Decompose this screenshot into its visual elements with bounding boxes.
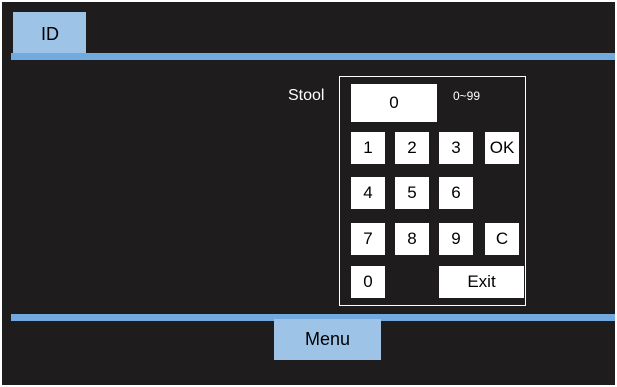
screen: ID Stool 0 0~99 1 2 3 OK 4 5 6 7 8 9 C 0… bbox=[2, 2, 615, 385]
numeric-keypad: 0 0~99 1 2 3 OK 4 5 6 7 8 9 C 0 Exit bbox=[339, 76, 526, 306]
tab-id[interactable]: ID bbox=[13, 12, 86, 58]
key-4[interactable]: 4 bbox=[351, 177, 385, 209]
key-0[interactable]: 0 bbox=[351, 266, 385, 298]
key-8[interactable]: 8 bbox=[395, 223, 429, 255]
clear-button[interactable]: C bbox=[485, 223, 519, 255]
field-label: Stool bbox=[288, 87, 325, 104]
key-6[interactable]: 6 bbox=[439, 177, 473, 209]
key-7[interactable]: 7 bbox=[351, 223, 385, 255]
key-3[interactable]: 3 bbox=[439, 132, 473, 164]
key-9[interactable]: 9 bbox=[439, 223, 473, 255]
exit-button[interactable]: Exit bbox=[439, 266, 524, 298]
key-2[interactable]: 2 bbox=[395, 132, 429, 164]
key-1[interactable]: 1 bbox=[351, 132, 385, 164]
ok-button[interactable]: OK bbox=[485, 132, 519, 164]
menu-button[interactable]: Menu bbox=[274, 319, 381, 360]
range-hint: 0~99 bbox=[453, 89, 481, 103]
key-5[interactable]: 5 bbox=[395, 177, 429, 209]
value-display[interactable]: 0 bbox=[351, 84, 437, 122]
top-divider bbox=[11, 53, 615, 60]
